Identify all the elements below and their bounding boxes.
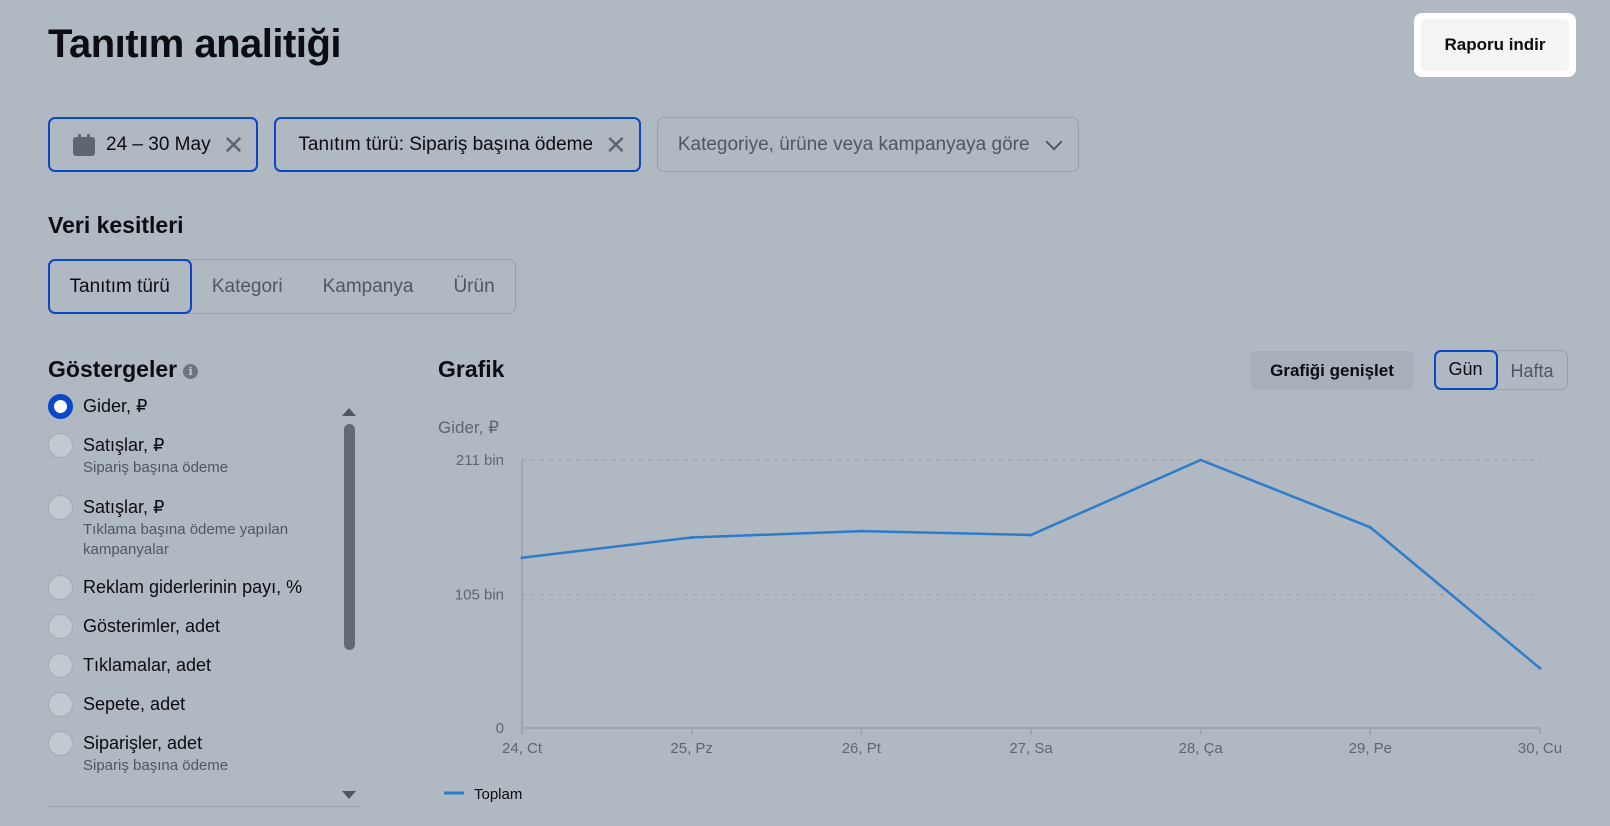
indicator-orders[interactable]: Siparişler, adet Sipariş başına ödeme (48, 731, 228, 776)
period-week-button[interactable]: Hafta (1498, 351, 1567, 391)
scrollbar-thumb[interactable] (344, 424, 355, 650)
close-icon[interactable]: ✕ (605, 132, 627, 158)
x-tick-label: 29, Pe (1349, 740, 1392, 757)
scroll-down-arrow-icon[interactable] (342, 791, 356, 799)
x-tick-label: 28, Ça (1179, 740, 1224, 757)
data-slices-title: Veri kesitleri (48, 212, 184, 238)
expand-graph-button[interactable]: Grafiği genişlet (1250, 351, 1414, 390)
indicators-title-label: Göstergeler (48, 356, 178, 382)
indicator-label: Sepete, adet (83, 694, 186, 714)
info-icon[interactable]: i (183, 364, 199, 379)
data-point (520, 556, 524, 560)
data-slices-tabs: Tanıtım türü Kategori Kampanya Ürün (47, 259, 516, 314)
category-filter-select[interactable]: Kategoriye, ürüne veya kampanyaya göre (656, 117, 1079, 172)
data-point (1029, 533, 1033, 537)
radio-button[interactable] (48, 614, 73, 639)
period-day-button[interactable]: Gün (1433, 349, 1498, 390)
indicator-sublabel: Sipariş başına ödeme (83, 757, 229, 774)
data-point (859, 529, 863, 533)
download-report-button[interactable]: Raporu indir (1414, 13, 1576, 77)
x-tick-label: 25, Pz (670, 740, 713, 757)
indicator-label: Gösterimler, adet (83, 616, 221, 636)
date-filter-chip[interactable]: 24 – 30 May ✕ (48, 117, 259, 172)
y-tick-label: 211 bin (456, 452, 504, 469)
indicator-ad-share[interactable]: Reklam giderlerinin payı, % (48, 575, 302, 600)
category-filter-placeholder: Kategoriye, ürüne veya kampanyaya göre (677, 133, 1030, 155)
x-tick-label: 26, Pt (842, 740, 882, 757)
divider (48, 806, 360, 807)
expense-line-chart: Gider, ₽ 0 105 bin 211 bin 24, Ct 25, Pz 26, P… (438, 418, 1562, 803)
radio-button[interactable] (48, 653, 73, 678)
indicator-sales-click[interactable]: Satışlar, ₽ Tıklama başına ödeme yapılan… (48, 495, 313, 560)
chevron-down-icon (1045, 133, 1063, 150)
y-tick-label: 0 (496, 720, 504, 737)
download-report-label: Raporu indir (1421, 19, 1569, 71)
indicator-label: Siparişler, adet (83, 733, 203, 753)
indicators-title: Göstergeler i (48, 356, 199, 383)
indicator-label: Satışlar, ₽ (83, 497, 165, 517)
radio-button[interactable] (48, 692, 73, 717)
legend-label: Toplam (474, 786, 522, 803)
data-point (690, 535, 694, 539)
filter-bar: 24 – 30 May ✕ Tanıtım türü: Sipariş başı… (48, 117, 1079, 172)
radio-button[interactable] (48, 433, 73, 458)
scroll-up-arrow-icon[interactable] (342, 408, 356, 416)
indicator-clicks[interactable]: Tıklamalar, adet (48, 653, 211, 678)
x-tick-label: 27, Sa (1009, 740, 1053, 757)
indicator-label: Satışlar, ₽ (83, 435, 165, 455)
indicator-sublabel: Tıklama başına ödeme yapılan kampanyalar (83, 521, 289, 558)
data-point (1368, 525, 1372, 529)
radio-button[interactable] (48, 495, 73, 520)
calendar-icon (72, 133, 96, 157)
indicator-label: Tıklamalar, adet (83, 655, 212, 675)
indicator-sublabel: Sipariş başına ödeme (83, 459, 229, 476)
y-tick-label: 105 bin (455, 587, 504, 604)
radio-button[interactable] (48, 731, 73, 756)
indicator-label: Reklam giderlerinin payı, % (83, 577, 303, 597)
close-icon[interactable]: ✕ (223, 132, 245, 158)
tab-campaign[interactable]: Kampanya (303, 259, 434, 314)
data-point (1538, 666, 1542, 670)
tab-promotion-type[interactable]: Tanıtım türü (47, 259, 192, 314)
indicator-expense[interactable]: Gider, ₽ (48, 394, 147, 419)
page-title: Tanıtım analitiği (48, 22, 342, 66)
indicator-add-to-cart[interactable]: Sepete, adet (48, 692, 185, 717)
tab-product[interactable]: Ürün (433, 259, 514, 314)
x-tick-label: 30, Cu (1518, 740, 1562, 757)
radio-button[interactable] (48, 575, 73, 600)
period-toggle: Gün Hafta (1433, 349, 1568, 391)
indicator-label: Gider, ₽ (83, 396, 148, 416)
radio-button[interactable] (48, 394, 73, 419)
date-filter-label: 24 – 30 May (106, 133, 211, 155)
indicator-impressions[interactable]: Gösterimler, adet (48, 614, 220, 639)
type-filter-label: Tanıtım türü: Sipariş başına ödeme (298, 133, 594, 155)
graph-title: Grafik (438, 356, 505, 382)
data-point (1199, 458, 1203, 462)
type-filter-chip[interactable]: Tanıtım türü: Sipariş başına ödeme ✕ (274, 117, 641, 172)
tab-category[interactable]: Kategori (192, 259, 303, 314)
x-tick-label: 24, Ct (502, 740, 543, 757)
series-line (521, 458, 1541, 670)
indicator-sales-order[interactable]: Satışlar, ₽ Sipariş başına ödeme (48, 433, 228, 478)
y-axis-label: Gider, ₽ (438, 418, 499, 437)
